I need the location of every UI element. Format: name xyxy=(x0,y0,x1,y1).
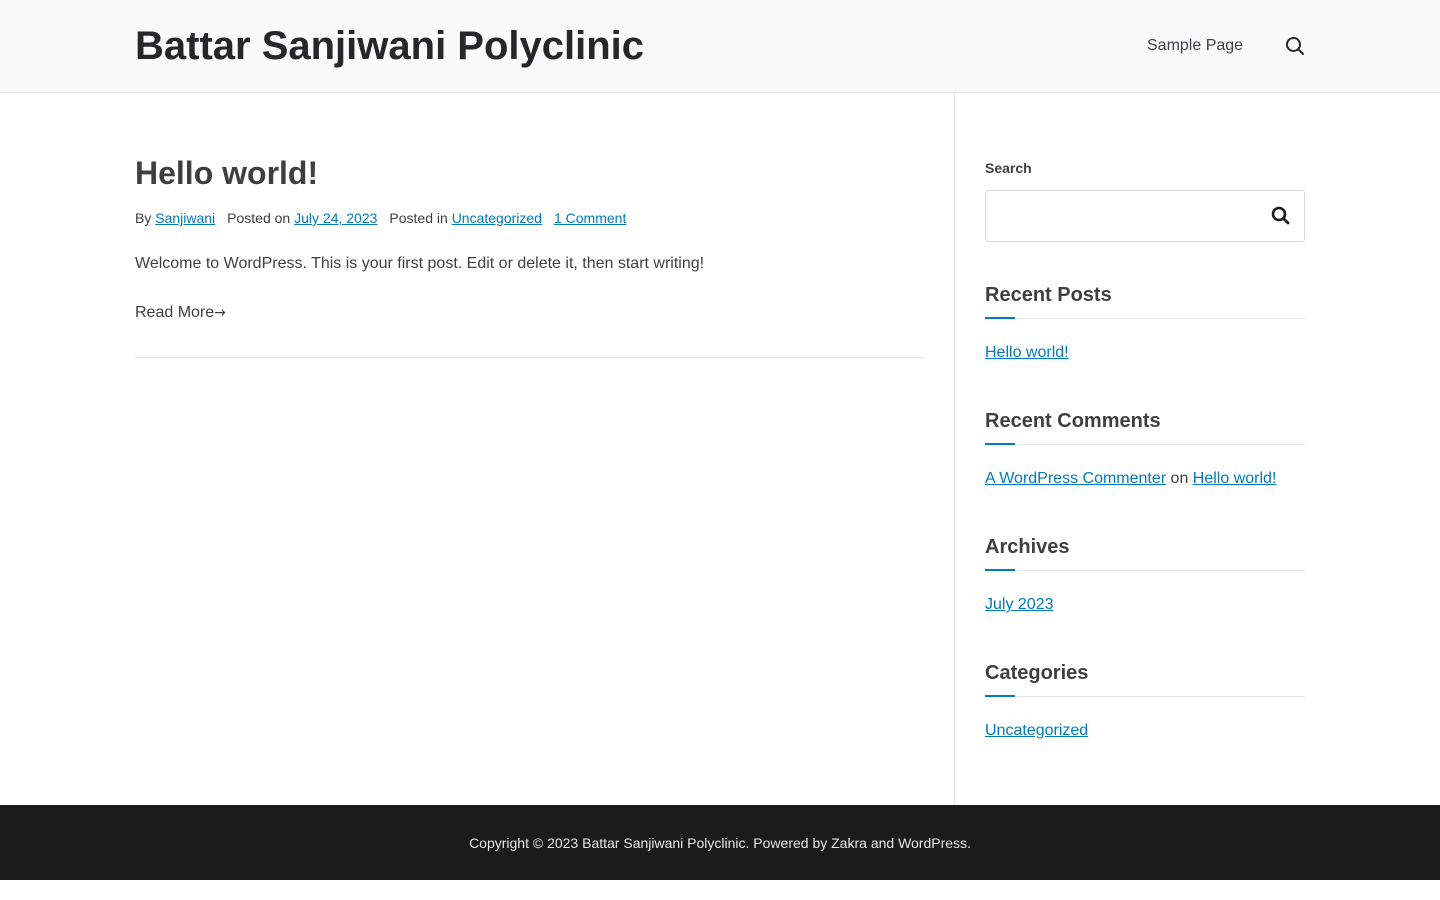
widget-divider xyxy=(985,570,1305,571)
footer-powered-by: . Powered by xyxy=(745,835,828,851)
content-area: Hello world! By Sanjiwani Posted on July … xyxy=(0,93,1440,805)
widget-title-recent-comments: Recent Comments xyxy=(985,410,1161,432)
archive-link[interactable]: July 2023 xyxy=(985,595,1054,615)
widget-accent xyxy=(985,695,1015,697)
widget-accent xyxy=(985,569,1015,571)
post-comments-link[interactable]: 1 Comment xyxy=(554,210,626,226)
footer-and: and xyxy=(870,835,895,851)
post-meta-posted-in-label: Posted in xyxy=(389,210,448,226)
footer-copyright: Copyright © 2023 Battar Sanjiwani Polycl… xyxy=(0,834,1440,852)
post-meta: By Sanjiwani Posted on July 24, 2023 Poste… xyxy=(135,209,626,227)
post-excerpt: Welcome to WordPress. This is your first… xyxy=(135,255,705,272)
widget-accent xyxy=(985,317,1015,319)
nav-item-sample-page[interactable]: Sample Page xyxy=(1147,36,1243,56)
post-meta-by-label: By xyxy=(135,210,152,226)
widget-divider xyxy=(985,318,1305,319)
sidebar-divider xyxy=(954,93,955,805)
post-category-link[interactable]: Uncategorized xyxy=(452,210,542,226)
comment-on-label: on xyxy=(1170,470,1189,487)
search-submit-button[interactable] xyxy=(1269,204,1293,228)
widget-title-recent-posts: Recent Posts xyxy=(985,284,1112,306)
search-input[interactable] xyxy=(987,192,1257,240)
category-link[interactable]: Uncategorized xyxy=(985,721,1088,741)
recent-post-link[interactable]: Hello world! xyxy=(985,343,1069,363)
comment-author-link[interactable]: A WordPress Commenter xyxy=(985,470,1166,487)
footer-site-link[interactable]: Battar Sanjiwani Polyclinic xyxy=(582,835,745,851)
read-more-label: Read More xyxy=(135,304,215,321)
widget-divider xyxy=(985,444,1305,445)
widget-accent xyxy=(985,443,1015,445)
post-author-link[interactable]: Sanjiwani xyxy=(155,210,215,226)
widget-title-archives: Archives xyxy=(985,536,1070,558)
post-divider xyxy=(135,357,924,358)
widget-divider xyxy=(985,696,1305,697)
post-meta-posted-on-label: Posted on xyxy=(227,210,291,226)
search-icon[interactable] xyxy=(1284,35,1306,57)
search-box xyxy=(985,190,1305,242)
footer-theme-link[interactable]: Zakra xyxy=(831,835,867,851)
widget-title-categories: Categories xyxy=(985,662,1089,684)
site-title[interactable]: Battar Sanjiwani Polyclinic xyxy=(135,24,644,68)
site-header: Battar Sanjiwani Polyclinic Sample Page xyxy=(0,0,1440,93)
arrow-right-icon: → xyxy=(214,305,226,321)
post-date-link[interactable]: July 24, 2023 xyxy=(294,210,377,226)
read-more-link[interactable]: Read More→ xyxy=(135,303,226,323)
site-footer: Copyright © 2023 Battar Sanjiwani Polycl… xyxy=(0,805,1440,880)
search-icon xyxy=(1271,206,1290,225)
post-title[interactable]: Hello world! xyxy=(135,154,318,192)
recent-comment-item: A WordPress Commenter on Hello world! xyxy=(985,469,1276,489)
search-label: Search xyxy=(985,160,1032,176)
footer-end: . xyxy=(967,835,971,851)
footer-cms-link[interactable]: WordPress xyxy=(898,835,967,851)
footer-copyright-prefix: Copyright © 2023 xyxy=(469,835,579,851)
comment-post-link[interactable]: Hello world! xyxy=(1193,470,1277,487)
